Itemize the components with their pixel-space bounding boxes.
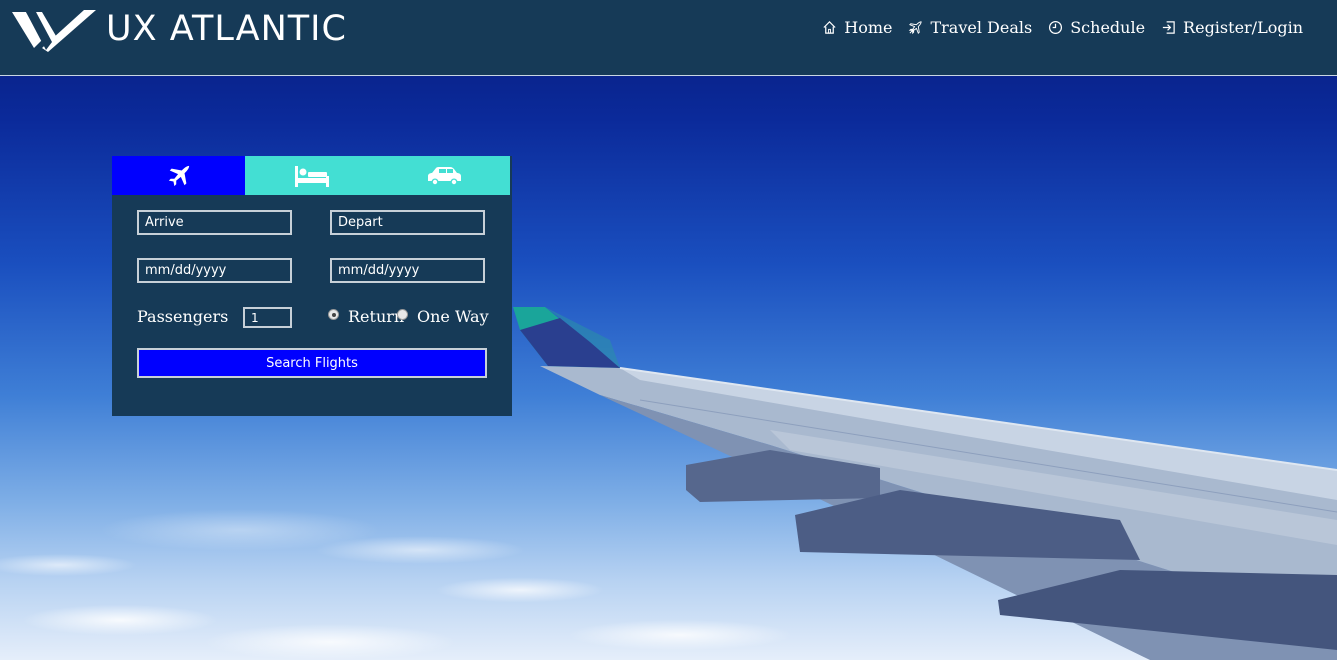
arrive-date-input[interactable] [137, 258, 292, 283]
one-way-radio-label: One Way [417, 307, 489, 326]
passengers-label: Passengers [137, 307, 229, 326]
nav-register-login-label: Register/Login [1183, 18, 1303, 37]
nav-home-label: Home [844, 18, 893, 37]
search-flights-button[interactable]: Search Flights [137, 348, 487, 378]
logo[interactable]: UX ATLANTIC [12, 6, 347, 52]
airplane-icon [168, 165, 189, 186]
arrive-input[interactable] [137, 210, 292, 235]
return-radio[interactable] [328, 309, 339, 320]
nav-schedule[interactable]: Schedule [1048, 18, 1145, 37]
return-radio-label: Return [348, 307, 405, 326]
nav-home[interactable]: Home [822, 18, 892, 37]
brand-name: UX ATLANTIC [106, 9, 347, 49]
nav-travel-deals[interactable]: Travel Deals [908, 18, 1032, 37]
tab-flights[interactable] [112, 156, 245, 195]
site-header: UX ATLANTIC Home Travel Deals Schedule R… [0, 0, 1337, 76]
booking-panel: Passengers Return One Way Search Flights [112, 156, 512, 416]
booking-tabs [112, 156, 512, 195]
nav-travel-deals-label: Travel Deals [930, 18, 1033, 37]
logo-mark-icon [12, 10, 96, 52]
clock-icon [1049, 20, 1063, 35]
car-icon [428, 166, 461, 185]
nav-schedule-label: Schedule [1070, 18, 1146, 37]
sign-in-icon [1162, 21, 1175, 34]
depart-input[interactable] [330, 210, 485, 235]
depart-date-input[interactable] [330, 258, 485, 283]
airplane-icon [909, 21, 923, 35]
one-way-radio[interactable] [397, 309, 408, 320]
passengers-input[interactable] [243, 307, 292, 328]
page: UX ATLANTIC Home Travel Deals Schedule R… [0, 0, 1337, 660]
tab-hotels[interactable] [245, 156, 378, 195]
tab-cars[interactable] [378, 156, 510, 195]
home-icon [823, 21, 836, 34]
bed-icon [294, 165, 329, 187]
nav-register-login[interactable]: Register/Login [1161, 18, 1303, 37]
main-nav: Home Travel Deals Schedule Register/Logi… [806, 18, 1303, 37]
